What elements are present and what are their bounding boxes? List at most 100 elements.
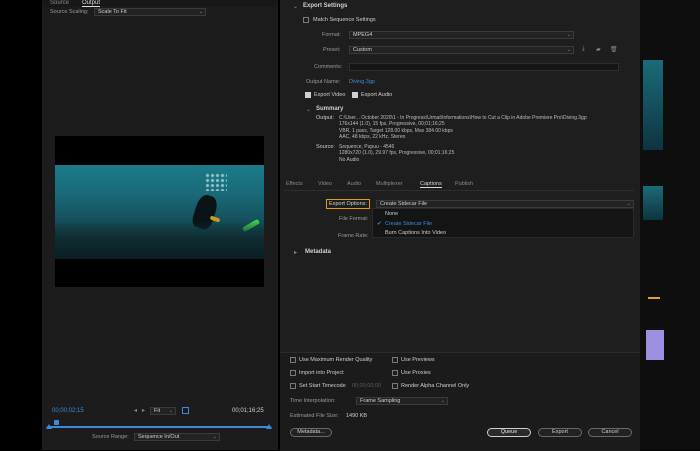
chevron-down-icon: ⌄ [566,47,571,53]
tab-video[interactable]: Video [318,181,332,187]
export-button[interactable]: Export [538,428,582,437]
import-preset-icon[interactable]: ▰ [596,46,601,53]
comments-input[interactable] [349,63,619,71]
output-name-link[interactable]: Diving.3gp [349,79,375,85]
format-value: MPEG4 [353,32,373,38]
set-start-timecode-label: Set Start Timecode [299,383,346,389]
aspect-icon[interactable] [182,407,189,414]
tab-multiplexer[interactable]: Multiplexer [376,181,403,187]
export-options-label-highlight: Export Options: [326,199,370,209]
match-sequence-label: Match Sequence Settings [313,17,376,23]
chevron-down-icon: ⌄ [626,201,631,207]
chevron-down-icon[interactable]: ⌄ [306,106,311,113]
tab-source[interactable]: Source [50,0,69,6]
use-previews-checkbox[interactable] [392,357,398,363]
save-preset-icon[interactable]: ⤓ [582,46,585,53]
time-interpolation-value: Frame Sampling [360,398,401,404]
use-max-quality-label: Use Maximum Render Quality [299,357,373,363]
source-scaling-value: Scale To Fit [98,9,127,15]
output-name-label: Output Name: [306,79,341,85]
chevron-down-icon: ⌄ [212,434,217,440]
chevron-down-icon: ⌄ [168,408,173,414]
dropdown-item-create-sidecar[interactable]: Create Sidecar File [385,221,432,227]
end-timecode: 00;01;16;25 [232,408,264,414]
summary-source: Sequence, Pupuu - 4546 1280x720 (1.0), 2… [339,144,454,163]
match-sequence-checkbox[interactable] [303,17,309,23]
mark-out-icon[interactable]: ▸ [142,407,145,414]
source-range-label: Source Range: [92,434,129,440]
start-timecode-value[interactable]: 00;00;00;00 [352,383,381,389]
export-settings-title: Export Settings [303,3,348,9]
summary-title: Summary [316,106,344,112]
settings-tabs: Effects Video Audio Multiplexer Captions… [284,180,634,191]
out-point-marker[interactable] [266,424,272,429]
current-timecode[interactable]: 00;00;02;15 [52,408,84,414]
frame-rate-label: Frame Rate: [338,233,369,239]
dropdown-item-none[interactable]: None [385,211,398,217]
background-marker [648,297,660,299]
chevron-right-icon[interactable]: ▸ [294,249,297,256]
tab-publish[interactable]: Publish [455,181,473,187]
queue-button[interactable]: Queue [487,428,531,437]
timeline-selection [50,426,268,428]
use-previews-label: Use Previews [401,357,435,363]
file-format-label: File Format: [339,216,369,222]
metadata-button[interactable]: Metadata... [290,428,332,437]
in-point-marker[interactable] [46,424,52,429]
source-range-select[interactable]: Sequence In/Out ⌄ [134,433,220,441]
format-label: Format: [322,32,341,38]
preset-select[interactable]: Custom ⌄ [349,46,574,54]
export-options-value: Create Sidecar File [380,201,428,207]
summary-source-line: No Audio [339,156,360,163]
tab-captions[interactable]: Captions [420,181,442,188]
export-options-dropdown: None ✔ Create Sidecar File Burn Captions… [372,208,634,238]
summary-source-line: 1280x720 (1.0), 29.97 fps, Progressive, … [339,150,455,157]
export-options-label: Export Options: [329,201,367,207]
import-into-project-label: Import into Project [299,370,344,376]
zoom-select[interactable]: Fit ⌄ [150,407,176,415]
use-proxies-label: Use Proxies [401,370,431,376]
comments-label: Comments: [314,64,343,70]
summary-source-label: Source: [316,144,335,150]
timeline-controls: 00;00;02;15 ◂ ▸ Fit ⌄ 00;01;16;25 [46,406,276,418]
export-audio-checkbox[interactable] [352,92,358,98]
delete-preset-icon[interactable]: 🗑 [610,46,618,53]
chevron-down-icon: ⌄ [440,398,445,404]
background-thumbnail [643,186,663,220]
export-video-checkbox[interactable] [305,92,311,98]
chevron-down-icon: ⌄ [566,32,571,38]
playhead[interactable] [54,420,59,425]
zoom-value: Fit [154,408,161,414]
use-max-quality-checkbox[interactable] [290,357,296,363]
render-alpha-checkbox[interactable] [392,383,398,389]
background-clip [646,330,664,360]
tab-output[interactable]: Output [82,0,101,7]
tab-audio[interactable]: Audio [347,181,361,187]
video-frame [55,165,264,259]
mark-in-icon[interactable]: ◂ [134,407,137,414]
timeline-scrubber[interactable] [46,420,272,430]
set-start-timecode-checkbox[interactable] [290,383,296,389]
render-alpha-label: Render Alpha Channel Only [401,383,470,389]
import-into-project-checkbox[interactable] [290,370,296,376]
source-scaling-select[interactable]: Scale To Fit ⌄ [94,8,206,16]
time-interpolation-label: Time Interpolation: [290,398,336,404]
bubbles-graphic [205,173,227,191]
tab-effects[interactable]: Effects [286,181,303,187]
estimated-size-value: 1490 KB [346,413,368,419]
cancel-button[interactable]: Cancel [588,428,632,437]
time-interpolation-select[interactable]: Frame Sampling ⌄ [356,397,448,405]
export-options-select[interactable]: Create Sidecar File ⌄ [376,200,634,208]
preset-value: Custom [353,47,372,53]
use-proxies-checkbox[interactable] [392,370,398,376]
chevron-down-icon: ⌄ [198,9,203,15]
chevron-down-icon[interactable]: ⌄ [293,3,298,10]
preset-label: Preset: [323,47,341,53]
source-range-value: Sequence In/Out [138,434,180,440]
seafloor-graphic [55,221,264,259]
source-scaling-row: Source Scaling: Scale To Fit ⌄ [42,8,278,18]
dropdown-item-burn-captions[interactable]: Burn Captions Into Video [385,230,446,236]
export-audio-label: Export Audio [361,92,393,98]
format-select[interactable]: MPEG4 ⌄ [349,31,574,39]
estimated-size-label: Estimated File Size: [290,413,339,419]
